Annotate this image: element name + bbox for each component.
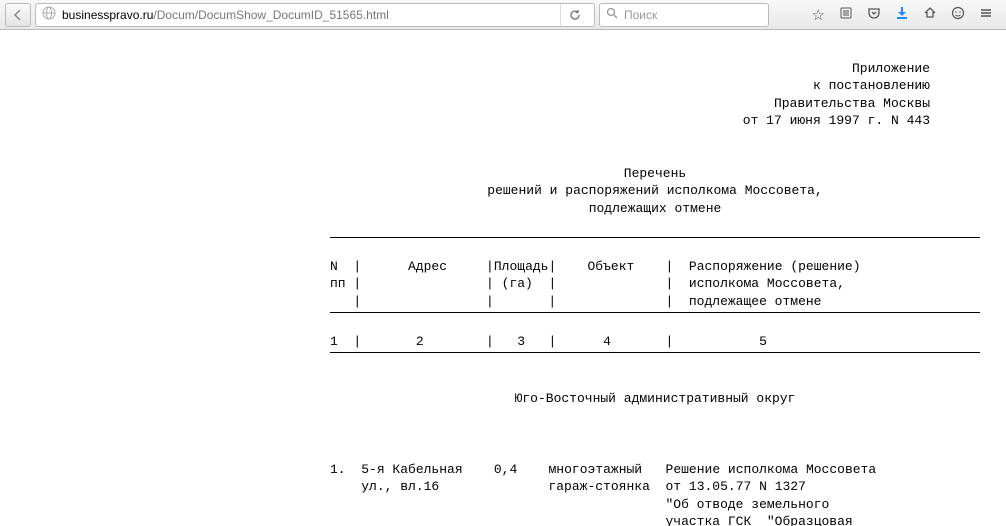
content-area: Приложение к постановлению Правительства… — [0, 30, 1006, 526]
download-icon[interactable] — [895, 6, 909, 24]
search-bar[interactable]: Поиск — [599, 3, 769, 27]
feedback-icon[interactable] — [951, 6, 965, 24]
table-header-row: N | Адрес |Площадь| Объект | Распоряжени… — [330, 259, 861, 309]
url-text: businesspravo.ru/Docum/DocumShow_DocumID… — [62, 8, 389, 22]
table-row: 1. 5-я Кабельная 0,4 многоэтажный Решени… — [330, 462, 876, 526]
doc-title: Перечень решений и распоряжений исполком… — [330, 165, 980, 218]
pocket-icon[interactable] — [867, 6, 881, 24]
list-icon[interactable] — [839, 6, 853, 24]
search-placeholder: Поиск — [624, 8, 657, 22]
table-colnum-row: 1 | 2 | 3 | 4 | 5 — [330, 334, 767, 349]
star-icon[interactable]: ☆ — [812, 6, 825, 24]
appendix-header: Приложение к постановлению Правительства… — [330, 60, 980, 130]
search-icon — [606, 7, 618, 22]
section-title: Юго-Восточный административный округ — [330, 390, 980, 408]
toolbar-icons: ☆ — [804, 6, 1001, 24]
browser-toolbar: businesspravo.ru/Docum/DocumShow_DocumID… — [0, 0, 1006, 30]
globe-icon — [42, 6, 56, 23]
document-body: Приложение к постановлению Правительства… — [330, 42, 980, 526]
menu-icon[interactable] — [979, 6, 993, 24]
back-button[interactable] — [5, 3, 31, 27]
home-icon[interactable] — [923, 6, 937, 24]
reload-button[interactable] — [560, 4, 588, 26]
url-bar[interactable]: businesspravo.ru/Docum/DocumShow_DocumID… — [35, 3, 595, 27]
